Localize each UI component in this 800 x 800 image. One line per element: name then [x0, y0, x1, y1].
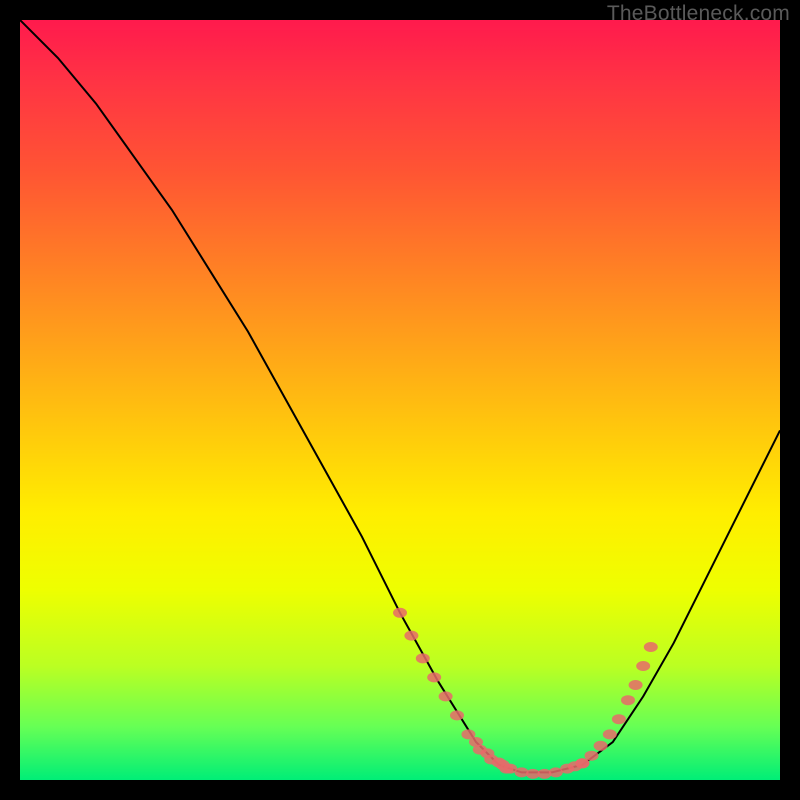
watermark-text: TheBottleneck.com — [607, 2, 790, 26]
chart-container: TheBottleneck.com — [0, 0, 800, 800]
gradient-background — [20, 20, 780, 780]
